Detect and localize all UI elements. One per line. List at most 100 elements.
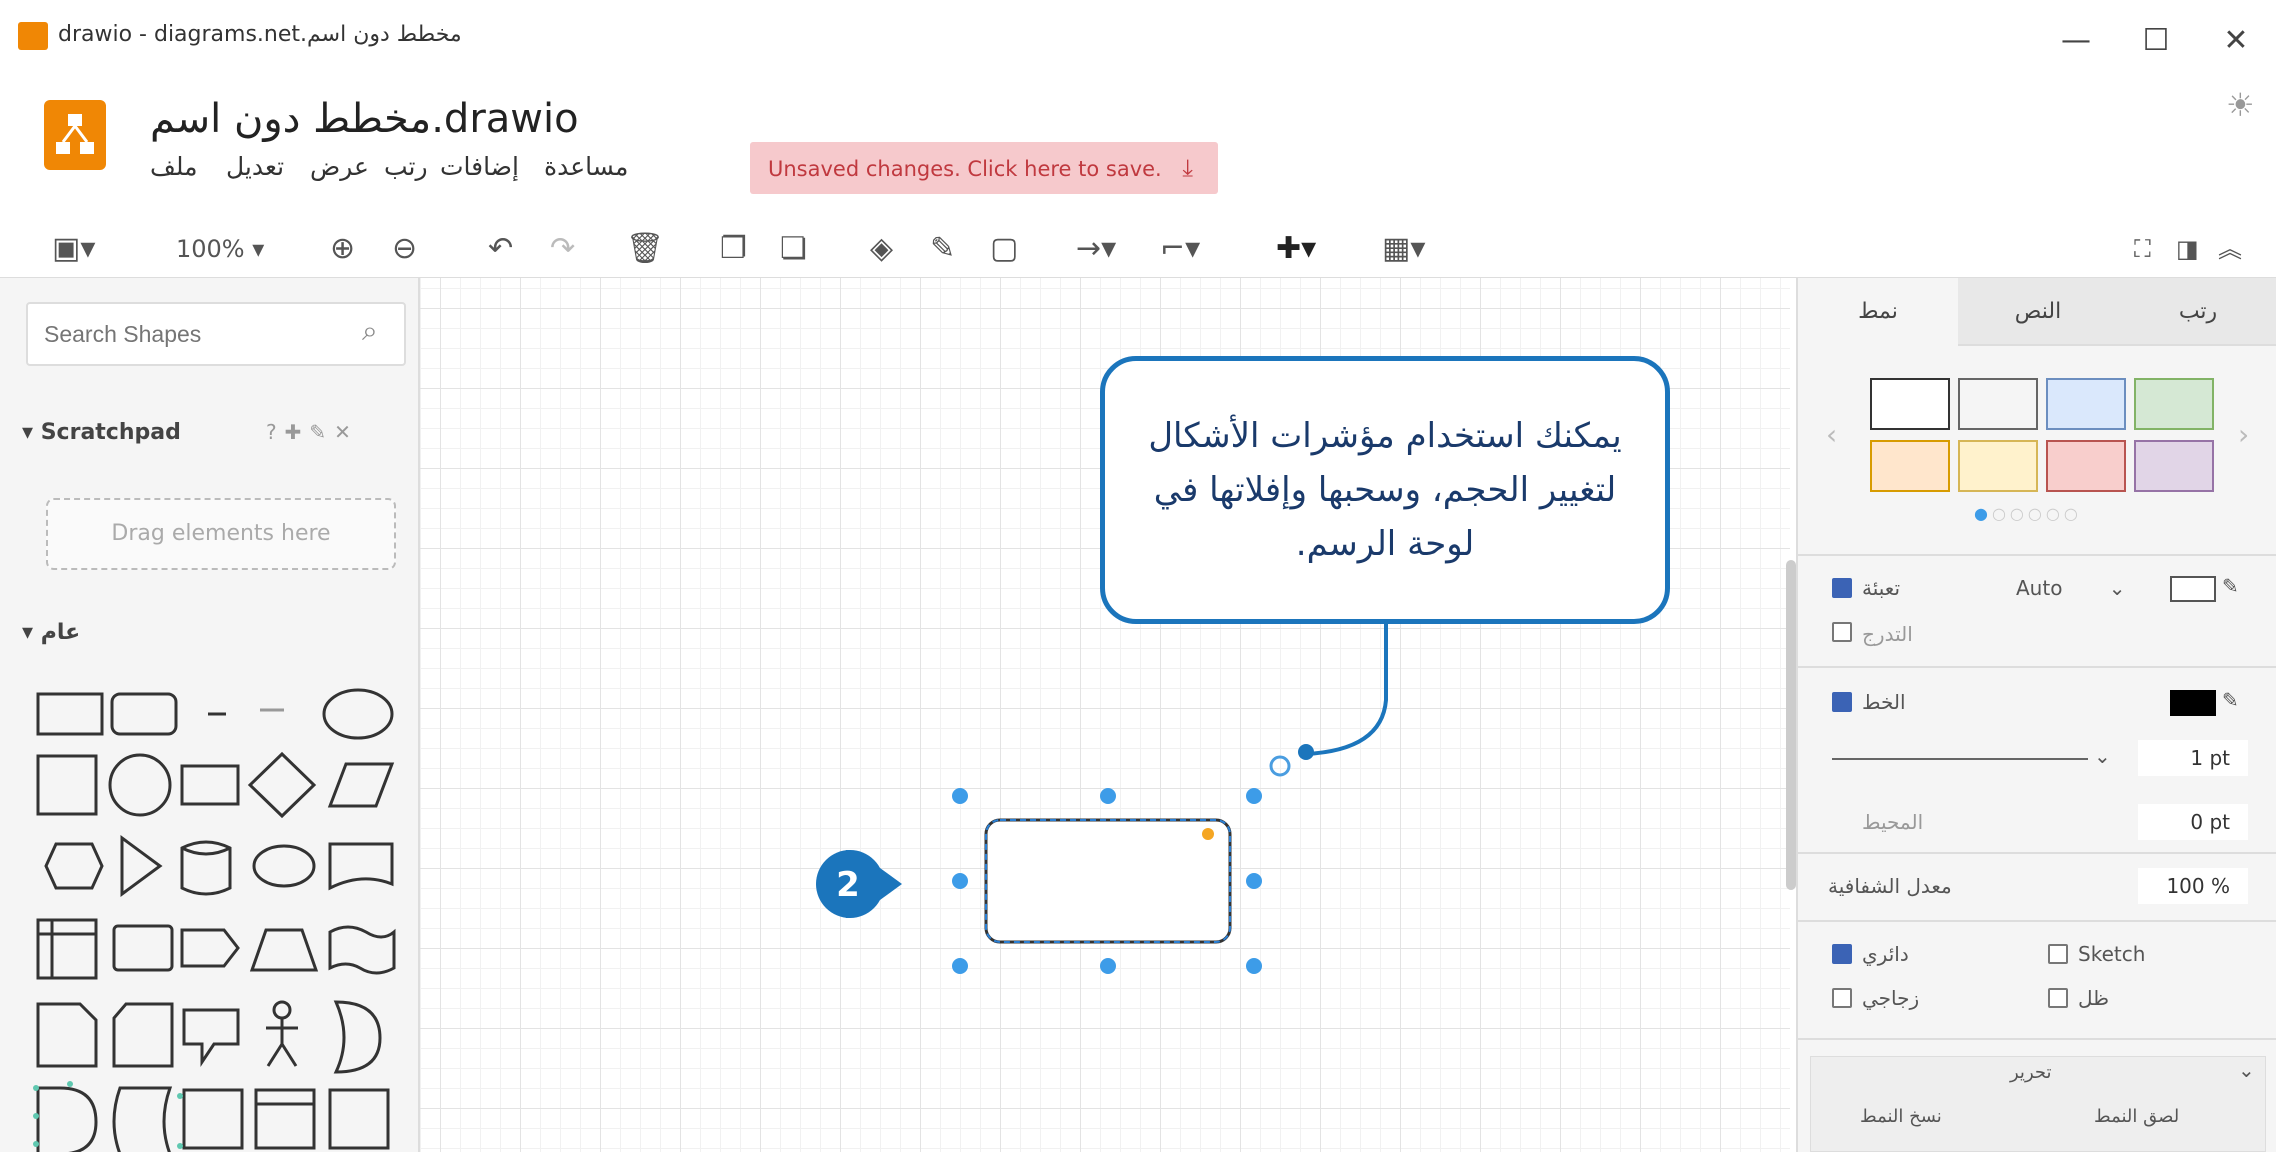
zoom-select[interactable]: 100% ▾ [176,232,264,266]
search-box[interactable]: ⌕ [26,302,406,366]
callout-pointer-dot [1298,744,1314,760]
scratchpad-header[interactable]: ▾ Scratchpad [22,420,181,445]
divider [1798,666,2276,668]
zoom-in-icon[interactable]: ⊕ [330,232,355,266]
shadow-label: ظل [2078,986,2110,1010]
menu-file[interactable]: ملف [150,152,198,181]
line-color-icon[interactable]: ✎ [930,232,955,266]
menu-help[interactable]: مساعدة [544,152,628,181]
drawio-logo-icon [56,114,94,154]
paste-style-button[interactable]: لصق النمط [2094,1106,2179,1127]
maximize-button[interactable]: ☐ [2126,16,2186,66]
gradient-label: التدرج [1862,622,1913,646]
minimize-button[interactable]: — [2046,16,2106,66]
save-download-icon: ⤓ [1182,154,1194,182]
insert-icon[interactable]: ✚▾ [1276,232,1316,266]
shape-note [36,1002,98,1068]
general-section-header[interactable]: ▾ عام [22,620,80,645]
shape-container [182,1088,244,1150]
shape-document [328,842,394,891]
waypoints-icon[interactable]: ⌐▾ [1160,232,1200,266]
format-toggle-icon[interactable]: ◨ [2176,232,2199,266]
fill-checkbox[interactable] [1832,578,1852,598]
menu-view[interactable]: عرض [310,152,369,181]
search-input[interactable] [28,304,328,364]
fullscreen-icon[interactable]: ⛶ [2134,232,2151,266]
shape-callout [182,1008,240,1067]
perimeter-input[interactable]: 0 pt [2138,804,2248,840]
edit-line-icon[interactable]: ✎ [2222,688,2239,712]
sun-icon[interactable]: ☀ [2226,86,2255,124]
opacity-value: 100 % [2166,874,2230,898]
line-color-swatch[interactable] [2170,690,2216,716]
tab-style[interactable]: نمط [1798,278,1958,346]
shape-circle [108,753,172,817]
style-swatch[interactable] [2046,440,2126,492]
scratchpad-tools-icon[interactable]: ?✚✎✕ [266,420,359,444]
rounded-checkbox[interactable] [1832,944,1852,964]
zoom-out-icon[interactable]: ⊖ [392,232,417,266]
scratchpad-drop-area[interactable]: Drag elements here [46,498,396,570]
line-checkbox[interactable] [1832,692,1852,712]
delete-icon[interactable]: 🗑 [626,232,664,266]
menu-extras[interactable]: إضافات [440,152,519,181]
line-width-input[interactable]: 1 pt [2138,740,2248,776]
fill-value: Auto [2016,576,2063,600]
format-panel: نمط النص رتب ‹ › ●○○○○○ تعبئة Auto ⌄ ✎ ا… [1796,278,2276,1152]
unsaved-changes-button[interactable]: Unsaved changes. Click here to save. ⤓ [750,142,1218,194]
edit-fill-icon[interactable]: ✎ [2222,574,2239,598]
resize-handle-e [1246,873,1262,889]
table-icon[interactable]: ▦▾ [1382,232,1425,266]
to-front-icon[interactable]: ❐ [720,232,747,266]
style-swatch[interactable] [2046,378,2126,430]
chevron-down-icon: ⌄ [2108,576,2126,600]
chevron-down-icon[interactable]: ⌄ [2094,744,2111,768]
tab-arrange-label: رتب [2178,299,2218,324]
document-name[interactable]: مخطط دون اسم.drawio [150,96,579,142]
line-pattern-select[interactable] [1832,758,2088,760]
divider [1798,1038,2276,1040]
style-swatch[interactable] [1870,440,1950,492]
chevron-down-icon[interactable]: ⌄ [2238,1058,2255,1082]
menu-arrange[interactable]: رتب [384,152,428,181]
fill-color-swatch[interactable] [2170,576,2216,602]
close-button[interactable]: ✕ [2206,16,2266,66]
shape-parallelogram [327,762,395,808]
style-swatch[interactable] [1870,378,1950,430]
scratchpad-title: Scratchpad [40,420,181,445]
opacity-input[interactable]: 100 % [2138,868,2248,904]
swatch-next-icon[interactable]: › [2238,418,2249,451]
undo-icon[interactable]: ↶ [488,232,513,266]
redo-icon[interactable]: ↷ [550,232,575,266]
shadow-icon[interactable]: ▢ [990,232,1018,266]
to-back-icon[interactable]: ❏ [780,232,807,266]
format-panel-icon[interactable]: ▣▾ [52,232,95,266]
search-icon[interactable]: ⌕ [362,314,378,348]
selected-shape [984,818,1232,944]
step-badge-number: 2 [836,865,860,905]
tab-text[interactable]: النص [1958,278,2118,346]
collapse-icon[interactable]: ︽ [2218,232,2242,266]
shape-ellipse [322,688,394,740]
swatch-prev-icon[interactable]: ‹ [1826,418,1837,451]
connection-icon[interactable]: →▾ [1076,232,1116,266]
zoom-value: 100% [176,235,245,263]
fill-select[interactable]: Auto ⌄ [2016,576,2126,600]
menu-edit[interactable]: تعديل [226,152,284,181]
style-swatch[interactable] [1958,378,2038,430]
tab-arrange[interactable]: رتب [2118,278,2276,346]
sketch-checkbox[interactable] [2048,944,2068,964]
shape-library[interactable] [30,676,410,1152]
glass-checkbox[interactable] [1832,988,1852,1008]
swatch-page-dots[interactable]: ●○○○○○ [1974,504,2082,523]
shape-hexagon [44,842,104,890]
style-swatch[interactable] [2134,378,2214,430]
fill-color-icon[interactable]: ◈ [870,232,893,266]
shape-rectangle [36,692,104,736]
gradient-checkbox[interactable] [1832,622,1852,642]
copy-style-button[interactable]: نسخ النمط [1860,1106,1942,1127]
shape-tape [328,925,396,975]
shadow-checkbox[interactable] [2048,988,2068,1008]
style-swatch[interactable] [1958,440,2038,492]
style-swatch[interactable] [2134,440,2214,492]
